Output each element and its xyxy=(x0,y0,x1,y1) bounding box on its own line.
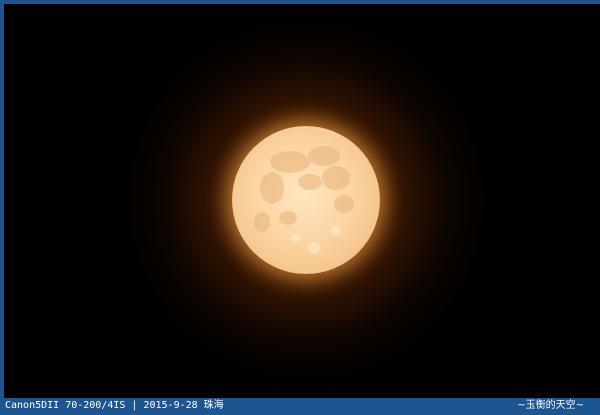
moon-icon xyxy=(232,126,380,274)
moon-photo xyxy=(4,4,600,402)
lunar-maria xyxy=(254,146,354,254)
caption-bar: Canon5DII 70-200/4IS | 2015-9-28 珠海 ~玉衡的… xyxy=(2,398,600,413)
photographer-signature: ~玉衡的天空~ xyxy=(517,400,584,411)
photo-frame: Canon5DII 70-200/4IS | 2015-9-28 珠海 ~玉衡的… xyxy=(0,0,600,415)
camera-date-location-caption: Canon5DII 70-200/4IS | 2015-9-28 珠海 xyxy=(5,400,224,411)
